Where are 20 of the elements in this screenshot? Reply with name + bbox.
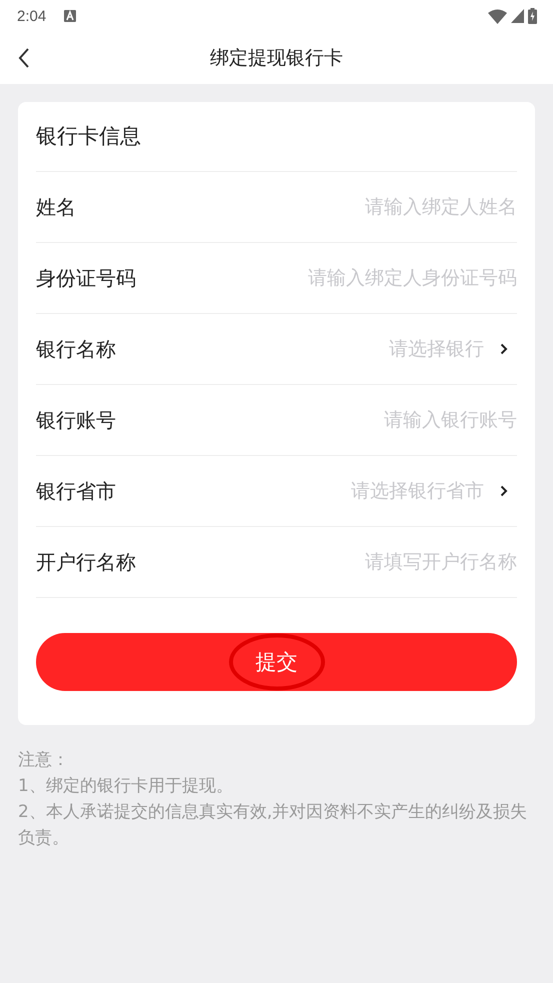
signal-icon xyxy=(511,9,524,23)
clock: 2:04 xyxy=(17,8,46,24)
field-label: 银行名称 xyxy=(36,336,116,362)
section-title: 银行卡信息 xyxy=(36,102,517,172)
field-label: 银行省市 xyxy=(36,478,116,504)
field-label: 身份证号码 xyxy=(36,264,136,292)
note-text: 1、绑定的银行卡用于提现。 xyxy=(18,775,234,798)
page-title: 绑定提现银行卡 xyxy=(210,46,343,71)
battery-icon xyxy=(528,8,537,24)
back-icon xyxy=(18,48,30,68)
chevron-icon xyxy=(500,343,508,355)
field-label: 姓名 xyxy=(36,194,76,220)
keyboard-icon xyxy=(64,10,76,22)
note-text: 注意： xyxy=(18,749,70,772)
wifi-icon xyxy=(488,8,507,24)
note-text: 2、本人承诺提交的信息真实有效,并对因资料不实产生的纠纷及损失负责。 xyxy=(18,801,528,850)
chevron-icon xyxy=(500,485,508,497)
field-label: 开户行名称 xyxy=(36,548,136,576)
field-label: 银行账号 xyxy=(36,406,116,434)
submit-button[interactable]: 提交 xyxy=(36,633,517,691)
